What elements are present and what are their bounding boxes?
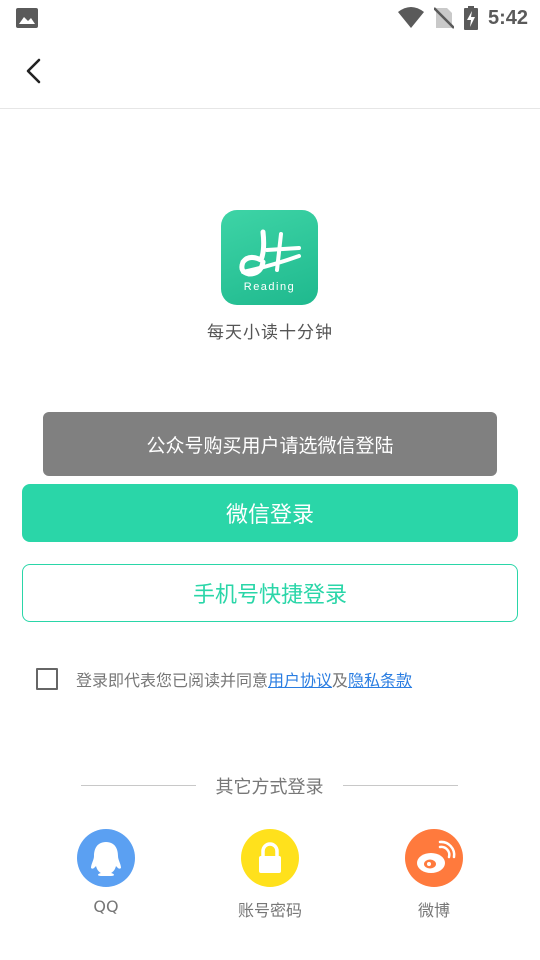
divider-right (343, 785, 458, 786)
reading-logo-icon: Reading (239, 229, 301, 293)
clock: 5:42 (487, 6, 528, 29)
status-bar: 5:42 (0, 0, 540, 36)
agreement-row: 登录即代表您已阅读并同意 用户协议及隐私条款 (36, 667, 412, 691)
account-password-login-option[interactable]: 账号密码 (230, 829, 310, 921)
user-agreement-link[interactable]: 用户协议 (268, 667, 332, 691)
account-password-label: 账号密码 (237, 901, 302, 920)
other-login-title: 其它方式登录 (215, 777, 324, 798)
gallery-icon (16, 8, 38, 28)
toast-message: 公众号购买用户请选微信登陆 (43, 412, 497, 476)
qq-login-option[interactable]: QQ (66, 829, 146, 916)
app-logo: Reading (221, 210, 318, 305)
weibo-icon[interactable] (405, 829, 463, 887)
header (0, 36, 540, 109)
weibo-login-option[interactable]: 微博 (394, 829, 474, 921)
phone-login-button[interactable]: 手机号快捷登录 (22, 564, 518, 622)
agreement-checkbox[interactable] (36, 668, 58, 690)
divider-left (81, 785, 196, 786)
battery-charging-icon (463, 6, 478, 30)
qq-icon[interactable] (77, 829, 135, 887)
qq-label: QQ (93, 897, 119, 916)
agreement-connector: 及 (332, 671, 349, 690)
weibo-label: 微博 (417, 901, 450, 920)
agreement-prefix: 登录即代表您已阅读并同意 (76, 671, 269, 690)
back-arrow-icon[interactable] (20, 56, 50, 86)
privacy-policy-link[interactable]: 隐私条款 (348, 667, 412, 691)
wechat-login-button[interactable]: 微信登录 (22, 484, 518, 542)
lock-icon[interactable] (241, 829, 299, 887)
wifi-icon (397, 7, 424, 28)
no-sim-icon (433, 7, 454, 29)
logo-text: Reading (244, 281, 295, 293)
app-slogan: 每天小读十分钟 (207, 323, 333, 343)
